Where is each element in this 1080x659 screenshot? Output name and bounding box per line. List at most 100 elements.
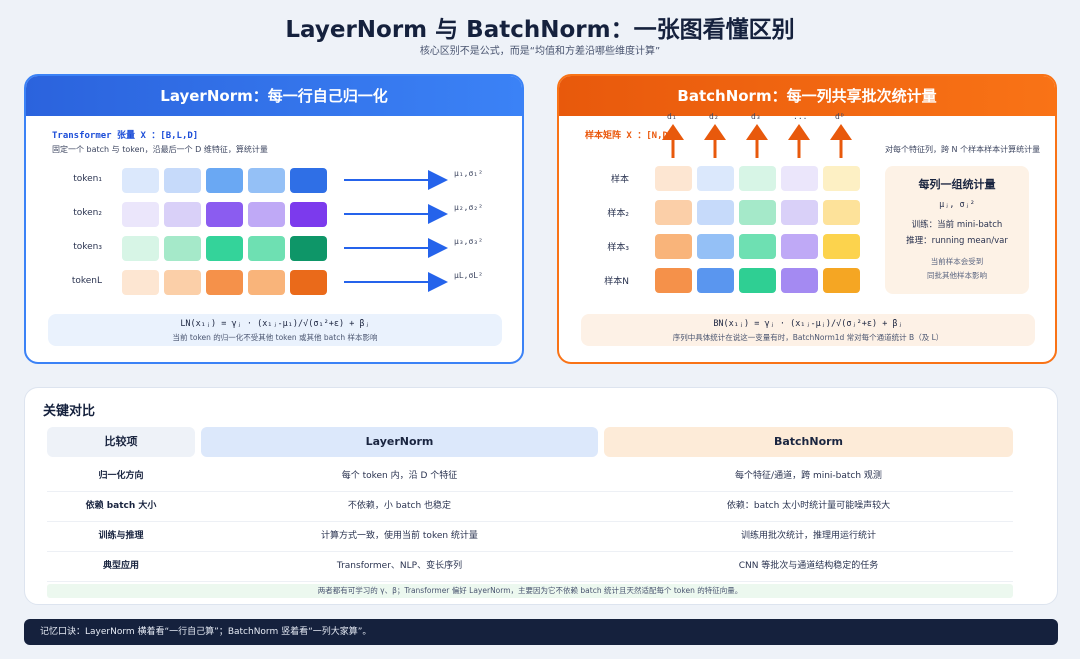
feature-cell <box>248 202 285 227</box>
sample-row-label: 样本₃ <box>607 243 629 253</box>
layernorm-formula-box: LN(x₁ⱼ) = γⱼ · (x₁ⱼ-μ₁)/√(σ₁²+ε) + βⱼ 当前… <box>48 314 502 346</box>
feature-cell <box>206 168 243 193</box>
feature-cell <box>164 168 201 193</box>
batchnorm-formula-note: 序列中具体统计在说这一变量有时，BatchNorm1d 常对每个通道统计 B（及… <box>672 333 944 342</box>
feature-cell <box>290 236 327 261</box>
arrow-right-icon <box>344 272 448 292</box>
row-batchnorm-cell: 每个特征/通道，跨 mini-batch 观测 <box>735 471 882 481</box>
row-layernorm-cell: 计算方式一致，使用当前 token 统计量 <box>321 531 478 541</box>
table-header-item: 比较项 <box>47 427 195 457</box>
token-row-label: token₁ <box>73 174 102 184</box>
feature-cell <box>248 236 285 261</box>
sample-row-label: 样本₂ <box>607 209 629 219</box>
feature-cell <box>655 200 692 225</box>
row-item-cell: 训练与推理 <box>98 531 144 541</box>
feature-cell <box>122 270 159 295</box>
row-batchnorm-cell: 依赖：batch 太小时统计量可能噪声较大 <box>726 501 891 511</box>
arrow-up-icon <box>704 124 726 158</box>
feature-cell <box>290 202 327 227</box>
column-label: d₂ <box>709 112 719 121</box>
feature-cell <box>655 166 692 191</box>
row-layernorm-cell: Transformer、NLP、变长序列 <box>336 561 463 571</box>
sample-row-label: 样本N <box>604 277 629 287</box>
token-stat-label: μL,σL² <box>454 271 483 280</box>
batchnorm-header: BatchNorm：每一列共享批次统计量 <box>559 76 1055 116</box>
batchnorm-formula-box: BN(x₁ⱼ) = γⱼ · (x₁ⱼ-μⱼ)/√(σⱼ²+ε) + βⱼ 序列… <box>581 314 1035 346</box>
feature-cell <box>122 168 159 193</box>
stat-box-formula: μⱼ, σⱼ² <box>939 200 975 210</box>
feature-cell <box>248 168 285 193</box>
comparison-section: 关键对比 比较项 LayerNorm BatchNorm 两者都有可学习的 γ、… <box>24 387 1058 605</box>
layernorm-tensor-label: Transformer 张量 X ：[B,L,D] <box>52 131 199 141</box>
layernorm-description: 固定一个 batch 与 token，沿最后一个 D 维特征，算统计量 <box>52 145 268 154</box>
stat-box-title: 每列一组统计量 <box>918 178 996 191</box>
column-label: d₁ <box>667 112 677 121</box>
column-label: dᴰ <box>835 112 845 121</box>
layernorm-header: LayerNorm：每一行自己归一化 <box>26 76 522 116</box>
comparison-title: 关键对比 <box>43 404 96 419</box>
feature-cell <box>655 268 692 293</box>
token-stat-label: μ₃,σ₃² <box>454 237 483 246</box>
feature-cell <box>206 202 243 227</box>
table-header-batchnorm: BatchNorm <box>604 427 1013 457</box>
token-row-label: token₂ <box>73 208 102 218</box>
feature-cell <box>739 268 776 293</box>
feature-cell <box>122 236 159 261</box>
table-header-layernorm: LayerNorm <box>201 427 598 457</box>
feature-cell <box>823 234 860 259</box>
token-row-label: tokenL <box>71 276 102 286</box>
batchnorm-description: 对每个特征列，跨 N 个样本样本计算统计量 <box>885 145 1041 154</box>
feature-cell <box>248 270 285 295</box>
arrow-up-icon <box>788 124 810 158</box>
layernorm-formula: LN(x₁ⱼ) = γⱼ · (x₁ⱼ-μ₁)/√(σ₁²+ε) + βⱼ <box>180 319 370 329</box>
token-stat-label: μ₁,σ₁² <box>454 169 483 178</box>
feature-cell <box>739 200 776 225</box>
arrow-right-icon <box>344 238 448 258</box>
feature-cell <box>781 268 818 293</box>
row-item-cell: 典型应用 <box>102 561 139 571</box>
feature-cell <box>739 166 776 191</box>
layernorm-formula-note: 当前 token 的归一化不受其他 token 或其他 batch 样本影响 <box>172 333 378 342</box>
feature-cell <box>290 168 327 193</box>
feature-cell <box>122 202 159 227</box>
batchnorm-formula: BN(x₁ⱼ) = γⱼ · (x₁ⱼ-μⱼ)/√(σⱼ²+ε) + βⱼ <box>713 319 903 329</box>
footer-mnemonic: 记忆口诀：LayerNorm 横着看“一行自己算”；BatchNorm 竖着看“… <box>24 619 1058 645</box>
feature-cell <box>164 270 201 295</box>
batchnorm-tensor-label: 样本矩阵 X ：[N,D] <box>585 131 674 141</box>
feature-cell <box>290 270 327 295</box>
arrow-right-icon <box>344 170 448 190</box>
feature-cell <box>697 200 734 225</box>
row-item-cell: 归一化方向 <box>98 471 144 481</box>
row-layernorm-cell: 不依赖，小 batch 也稳定 <box>347 501 452 511</box>
page-title: LayerNorm 与 BatchNorm：一张图看懂区别 <box>285 17 795 43</box>
token-stat-label: μ₂,σ₂² <box>454 203 483 212</box>
arrow-up-icon <box>830 124 852 158</box>
stat-box-note-1: 当前样本会受到 <box>930 257 984 266</box>
feature-cell <box>164 202 201 227</box>
batchnorm-panel: BatchNorm：每一列共享批次统计量 样本矩阵 X ：[N,D] 对每个特征… <box>557 74 1057 364</box>
comparison-note: 两者都有可学习的 γ、β；Transformer 偏好 LayerNorm，主要… <box>47 584 1013 598</box>
feature-cell <box>697 268 734 293</box>
feature-cell <box>781 200 818 225</box>
feature-cell <box>823 166 860 191</box>
token-row-label: token₃ <box>73 242 102 252</box>
feature-cell <box>781 234 818 259</box>
row-item-cell: 依赖 batch 大小 <box>85 501 157 511</box>
stat-box-infer: 推理：running mean/var <box>906 236 1008 246</box>
feature-cell <box>697 234 734 259</box>
feature-cell <box>655 234 692 259</box>
page-subtitle: 核心区别不是公式，而是“均值和方差沿哪些维度计算” <box>419 46 661 57</box>
feature-cell <box>164 236 201 261</box>
column-label: d₃ <box>751 112 761 121</box>
feature-cell <box>206 236 243 261</box>
row-layernorm-cell: 每个 token 内，沿 D 个特征 <box>341 471 458 481</box>
sample-row-label: 样本 <box>610 175 629 185</box>
row-batchnorm-cell: CNN 等批次与通道结构稳定的任务 <box>738 561 879 571</box>
batchnorm-stat-box: 每列一组统计量 μⱼ, σⱼ² 训练：当前 mini-batch 推理：runn… <box>885 166 1029 294</box>
feature-cell <box>781 166 818 191</box>
feature-cell <box>823 268 860 293</box>
row-batchnorm-cell: 训练用批次统计，推理用运行统计 <box>740 531 876 541</box>
stat-box-note-2: 同批其他样本影响 <box>927 271 987 280</box>
feature-cell <box>697 166 734 191</box>
row-divider <box>47 581 1013 582</box>
